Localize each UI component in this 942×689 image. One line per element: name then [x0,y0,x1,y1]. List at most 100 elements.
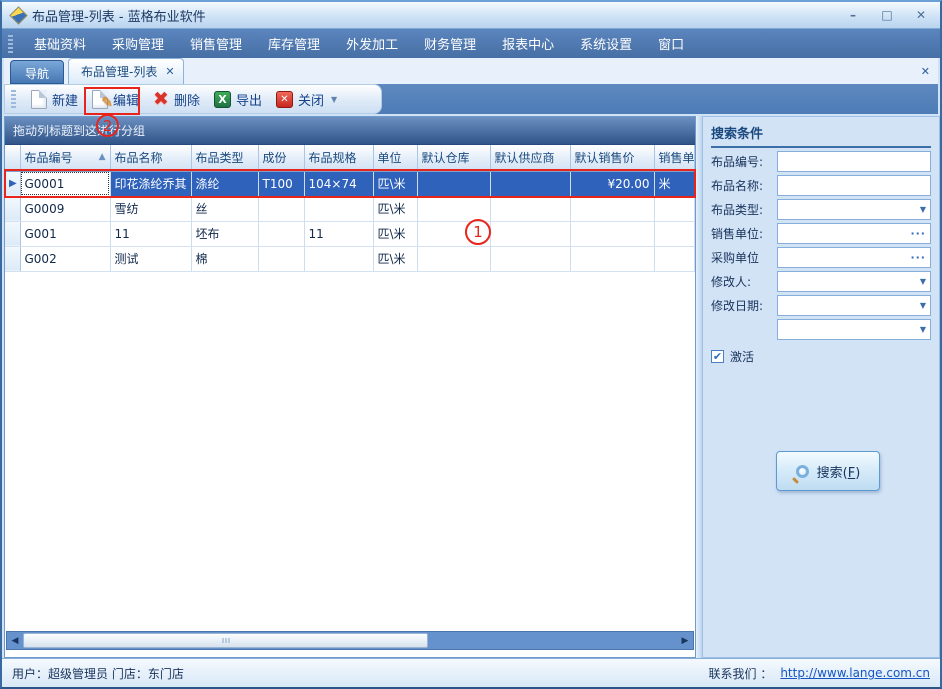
col-header-type[interactable]: 布品类型 [191,145,259,172]
cell-type[interactable]: 涤纶 [191,171,259,197]
maximize-button[interactable]: □ [876,6,898,24]
cell-warehouse[interactable] [417,171,491,197]
table-row[interactable]: G002 测试 棉 匹\米 [5,246,695,272]
menu-inventory[interactable]: 库存管理 [255,29,333,58]
menu-settings[interactable]: 系统设置 [567,29,645,58]
table-row[interactable]: G001 11 坯布 11 匹\米 [5,221,695,247]
menu-drag-grip[interactable] [8,34,13,53]
tab-navigation[interactable]: 导航 [10,60,65,84]
menu-window[interactable]: 窗口 [645,29,697,58]
cell-supplier[interactable] [490,196,571,222]
cell-type[interactable]: 坯布 [191,221,259,247]
search-field-modify-date-end: ▼ [711,319,931,340]
cell-supplier[interactable] [490,246,571,272]
cell-spec[interactable]: 104×74 [304,171,374,197]
cell-supplier[interactable] [490,221,571,247]
close-tab-button[interactable]: ✕ 关闭 ▼ [269,88,344,111]
cell-sale-unit[interactable]: 米 [654,171,695,197]
cell-composition[interactable] [258,221,305,247]
new-document-icon [31,89,47,109]
menu-purchase[interactable]: 采购管理 [99,29,177,58]
cell-unit[interactable]: 匹\米 [373,171,418,197]
sale-unit-lookup[interactable]: ··· [777,223,931,244]
scrollbar-thumb[interactable] [23,633,428,648]
scroll-right-arrow-icon[interactable]: ▶ [677,632,693,649]
cell-spec[interactable]: 11 [304,221,374,247]
cell-sale-unit[interactable] [654,221,695,247]
cell-composition[interactable] [258,196,305,222]
cell-sale-unit[interactable] [654,246,695,272]
cell-code[interactable]: G002 [20,246,111,272]
edit-button[interactable]: ✎ 编辑 [85,88,146,111]
menu-basic-data[interactable]: 基础资料 [21,29,99,58]
type-dropdown[interactable]: ▼ [777,199,931,220]
purchase-unit-lookup[interactable]: ··· [777,247,931,268]
cell-sale-unit[interactable] [654,196,695,222]
table-row-selected[interactable]: ▶ G0001 印花涤纶乔其 涤纶 T100 104×74 匹\米 ¥20.00… [5,171,695,197]
menu-outsourcing[interactable]: 外发加工 [333,29,411,58]
minimize-button[interactable]: – [842,6,864,24]
cell-spec[interactable] [304,196,374,222]
ellipsis-lookup-icon: ··· [910,227,926,240]
tabstrip-close[interactable]: ✕ [921,64,930,78]
cell-type[interactable]: 棉 [191,246,259,272]
name-input[interactable] [777,175,931,196]
cell-name[interactable]: 11 [110,221,192,247]
col-header-sale-unit[interactable]: 销售单 [654,145,695,172]
cell-name[interactable]: 印花涤纶乔其 [110,171,192,197]
col-header-supplier[interactable]: 默认供应商 [490,145,571,172]
cell-warehouse[interactable] [417,196,491,222]
contact-us-label: 联系我们 ： [708,666,773,681]
modify-date-end-dropdown[interactable]: ▼ [777,319,931,340]
cell-composition[interactable]: T100 [258,171,305,197]
tab-strip: 导航 布品管理-列表 ✕ ✕ [4,58,938,84]
cell-type[interactable]: 丝 [191,196,259,222]
cell-unit[interactable]: 匹\米 [373,196,418,222]
table-row[interactable]: G0009 雪纺 丝 匹\米 [5,196,695,222]
col-header-warehouse[interactable]: 默认仓库 [417,145,491,172]
modifier-dropdown[interactable]: ▼ [777,271,931,292]
cell-price[interactable] [570,246,655,272]
cell-price[interactable] [570,221,655,247]
cell-code[interactable]: G0009 [20,196,111,222]
export-button[interactable]: X 导出 [207,88,269,111]
col-header-price[interactable]: 默认销售价 [570,145,655,172]
cell-name[interactable]: 雪纺 [110,196,192,222]
cell-code[interactable]: G0001 [20,171,111,197]
cell-price[interactable] [570,196,655,222]
scroll-left-arrow-icon[interactable]: ◀ [7,632,23,649]
modify-date-dropdown[interactable]: ▼ [777,295,931,316]
menu-finance[interactable]: 财务管理 [411,29,489,58]
group-by-bar[interactable]: 拖动列标题到这进行分组 [5,117,695,145]
col-header-unit[interactable]: 单位 [373,145,418,172]
new-button[interactable]: 新建 [24,88,85,111]
col-header-name[interactable]: 布品名称 [110,145,192,172]
cell-unit[interactable]: 匹\米 [373,246,418,272]
col-header-composition[interactable]: 成份 [258,145,305,172]
menu-sales[interactable]: 销售管理 [177,29,255,58]
cell-name[interactable]: 测试 [110,246,192,272]
col-header-spec[interactable]: 布品规格 [304,145,374,172]
cell-supplier[interactable] [490,171,571,197]
close-dropdown-caret-icon[interactable]: ▼ [331,95,337,104]
delete-button[interactable]: ✖ 删除 [146,88,207,111]
field-label: 布品类型: [711,203,764,217]
cell-composition[interactable] [258,246,305,272]
cell-warehouse[interactable] [417,221,491,247]
menu-reports[interactable]: 报表中心 [489,29,567,58]
toolbar-drag-grip[interactable] [11,90,16,108]
tab-close-icon[interactable]: ✕ [165,66,174,77]
search-button[interactable]: 搜索(F) [776,451,880,491]
close-button[interactable]: ✕ [910,6,932,24]
website-link[interactable]: http://www.lange.com.cn [780,666,930,680]
col-header-code[interactable]: 布品编号 ▲ [20,145,111,172]
cell-price[interactable]: ¥20.00 [570,171,655,197]
cell-spec[interactable] [304,246,374,272]
cell-code[interactable]: G001 [20,221,111,247]
horizontal-scrollbar[interactable]: ◀ ▶ [6,631,694,650]
tab-fabric-list[interactable]: 布品管理-列表 ✕ [68,58,184,84]
active-checkbox[interactable]: ✔ [711,350,724,363]
cell-unit[interactable]: 匹\米 [373,221,418,247]
cell-warehouse[interactable] [417,246,491,272]
code-input[interactable] [777,151,931,172]
